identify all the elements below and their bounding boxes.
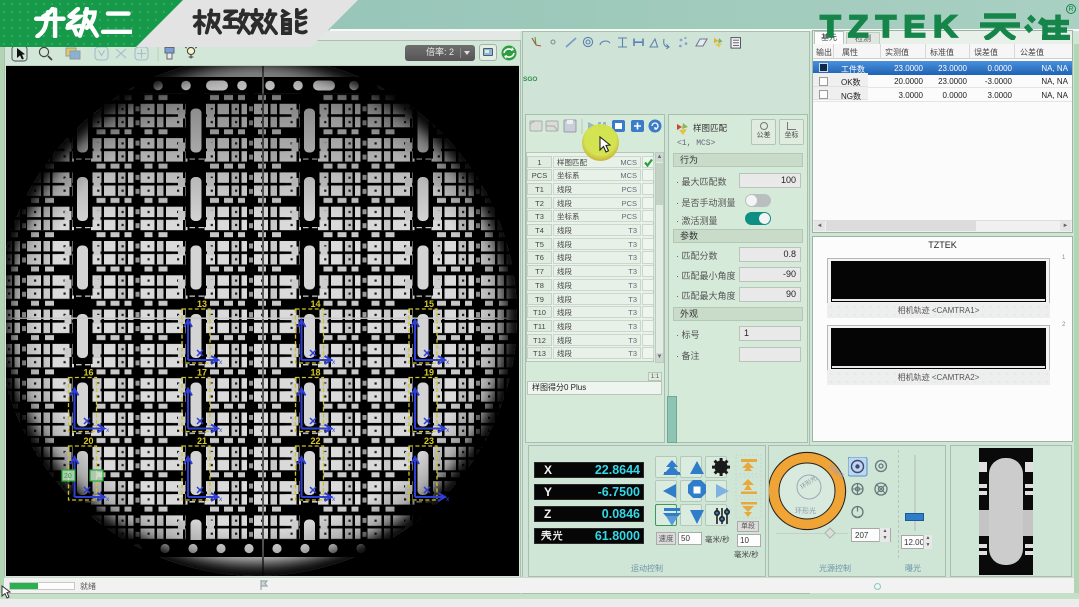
svg-text:19: 19 [424,368,434,378]
svg-text:18: 18 [311,368,321,378]
svg-text:14: 14 [311,299,321,309]
svg-text:20: 20 [84,436,94,446]
svg-text:22: 22 [311,436,321,446]
svg-text:23: 23 [424,436,434,446]
svg-text:17: 17 [197,368,207,378]
svg-text:16: 16 [84,368,94,378]
svg-text:13: 13 [197,299,207,309]
svg-text:环形光: 环形光 [795,506,816,515]
svg-text:20: 20 [64,473,72,480]
svg-text:21: 21 [197,436,207,446]
svg-text:15: 15 [424,299,434,309]
